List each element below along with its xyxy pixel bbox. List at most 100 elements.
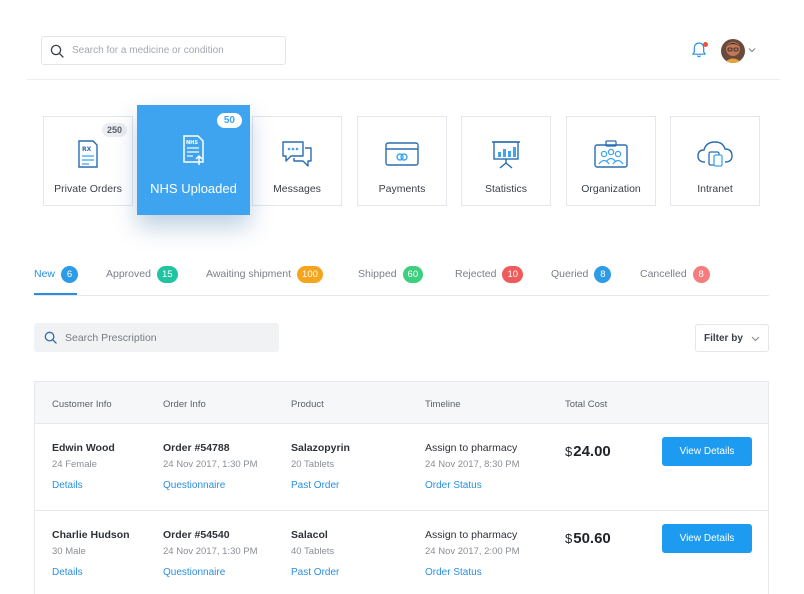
order-status-link[interactable]: Order Status xyxy=(425,567,520,578)
customer-demographics: 30 Male xyxy=(52,546,86,557)
product-name: Salacol xyxy=(291,529,328,541)
category-intranet[interactable]: Intranet xyxy=(670,116,760,206)
total-cost: $24.00 xyxy=(565,443,611,460)
past-order-link[interactable]: Past Order xyxy=(291,480,350,491)
tab-label: Approved xyxy=(106,268,151,280)
search-icon xyxy=(44,331,57,344)
chevron-down-icon xyxy=(751,336,760,342)
prescription-search-placeholder: Search Prescription xyxy=(65,331,157,344)
column-header: Customer Info xyxy=(52,399,112,410)
product-name: Salazopyrin xyxy=(291,442,350,454)
prescription-search-input[interactable]: Search Prescription xyxy=(34,323,279,352)
presentation-chart-icon xyxy=(490,139,522,169)
customer-demographics: 24 Female xyxy=(52,459,97,470)
global-search-input[interactable]: Search for a medicine or condition xyxy=(41,36,286,65)
filter-dropdown[interactable]: Filter by xyxy=(695,324,769,352)
total-amount: 24.00 xyxy=(573,443,611,460)
tab-approved[interactable]: Approved 15 xyxy=(106,264,178,284)
view-details-button[interactable]: View Details xyxy=(662,437,752,466)
past-order-link[interactable]: Past Order xyxy=(291,567,339,578)
questionnaire-link[interactable]: Questionnaire xyxy=(163,567,258,578)
tab-rejected[interactable]: Rejected 10 xyxy=(455,264,524,284)
tab-label: Cancelled xyxy=(640,268,687,280)
questionnaire-link[interactable]: Questionnaire xyxy=(163,480,258,491)
notification-dot xyxy=(703,42,708,47)
category-payments[interactable]: Payments xyxy=(357,116,447,206)
tab-queried[interactable]: Queried 8 xyxy=(551,264,612,284)
category-label: Payments xyxy=(378,183,426,195)
count-badge: 50 xyxy=(216,113,242,128)
tab-label: Shipped xyxy=(358,268,397,280)
filter-label: Filter by xyxy=(704,332,743,344)
tab-cancelled[interactable]: Cancelled 8 xyxy=(640,264,710,284)
orders-table: Customer Info Order Info Product Timelin… xyxy=(34,381,769,594)
product-quantity: 20 Tablets xyxy=(291,459,335,470)
currency-symbol: $ xyxy=(565,531,573,546)
tab-label: Rejected xyxy=(455,268,497,280)
svg-text:NHS: NHS xyxy=(186,140,198,146)
column-header: Total Cost xyxy=(565,399,608,410)
product-quantity: 40 Tablets xyxy=(291,546,335,557)
tab-label: Awaiting shipment xyxy=(206,268,292,280)
timeline-cell: Assign to pharmacy 24 Nov 2017, 2:00 PM … xyxy=(425,529,520,578)
category-label: Messages xyxy=(273,183,321,195)
category-label: Private Orders xyxy=(54,183,122,195)
order-info-cell: Order #54540 24 Nov 2017, 1:30 PM Questi… xyxy=(163,529,258,578)
customer-name: Charlie Hudson xyxy=(52,529,130,541)
category-messages[interactable]: Messages xyxy=(252,116,342,206)
active-tab-indicator xyxy=(34,293,77,295)
category-label: Organization xyxy=(581,183,641,195)
tab-label: Queried xyxy=(551,268,589,280)
view-details-button[interactable]: View Details xyxy=(662,524,752,553)
prescription-rx-icon: RX xyxy=(76,139,100,169)
category-statistics[interactable]: Statistics xyxy=(461,116,551,206)
product-cell: Salacol 40 Tablets Past Order xyxy=(291,529,339,578)
tab-count-badge: 10 xyxy=(502,265,524,283)
team-id-card-icon xyxy=(593,139,629,169)
tab-count-badge: 15 xyxy=(156,265,178,283)
nhs-upload-document-icon: NHS xyxy=(181,135,207,165)
tab-awaiting-shipment[interactable]: Awaiting shipment 100 xyxy=(206,264,323,284)
tab-count-badge: 60 xyxy=(402,265,424,283)
table-header: Customer Info Order Info Product Timelin… xyxy=(35,382,768,424)
category-label: NHS Uploaded xyxy=(150,181,237,196)
chevron-down-icon[interactable] xyxy=(748,47,756,53)
tab-count-badge: 8 xyxy=(594,265,612,283)
order-number: Order #54540 xyxy=(163,529,230,541)
cloud-devices-icon xyxy=(696,139,734,169)
category-label: Intranet xyxy=(697,183,733,195)
tab-shipped[interactable]: Shipped 60 xyxy=(358,264,424,284)
timeline-step: Assign to pharmacy xyxy=(425,442,518,454)
table-row: Edwin Wood 24 Female Details Order #5478… xyxy=(35,424,768,511)
total-amount: 50.60 xyxy=(573,530,611,547)
svg-text:RX: RX xyxy=(82,146,92,153)
tab-new[interactable]: New 6 xyxy=(34,264,79,284)
search-icon xyxy=(50,44,64,58)
details-link[interactable]: Details xyxy=(52,480,115,491)
chat-bubbles-icon xyxy=(281,139,313,169)
tab-label: New xyxy=(34,268,56,280)
timeline-date: 24 Nov 2017, 8:30 PM xyxy=(425,459,520,470)
order-number: Order #54788 xyxy=(163,442,230,454)
credit-card-icon xyxy=(384,139,420,169)
category-organization[interactable]: Organization xyxy=(566,116,656,206)
order-date: 24 Nov 2017, 1:30 PM xyxy=(163,546,258,557)
customer-name: Edwin Wood xyxy=(52,442,115,454)
header-divider xyxy=(27,79,780,80)
order-status-link[interactable]: Order Status xyxy=(425,480,520,491)
total-cost: $50.60 xyxy=(565,530,611,547)
global-search-placeholder: Search for a medicine or condition xyxy=(72,45,224,56)
timeline-cell: Assign to pharmacy 24 Nov 2017, 8:30 PM … xyxy=(425,442,520,491)
table-row: Charlie Hudson 30 Male Details Order #54… xyxy=(35,511,768,594)
tab-count-badge: 100 xyxy=(297,265,323,283)
details-link[interactable]: Details xyxy=(52,567,130,578)
timeline-date: 24 Nov 2017, 2:00 PM xyxy=(425,546,520,557)
customer-info-cell: Charlie Hudson 30 Male Details xyxy=(52,529,130,578)
user-avatar[interactable] xyxy=(721,39,745,63)
category-private-orders[interactable]: 250 RX Private Orders xyxy=(43,116,133,206)
column-header: Timeline xyxy=(425,399,461,410)
category-nhs-uploaded[interactable]: 50 NHS NHS Uploaded xyxy=(137,105,250,215)
order-date: 24 Nov 2017, 1:30 PM xyxy=(163,459,258,470)
currency-symbol: $ xyxy=(565,444,573,459)
product-cell: Salazopyrin 20 Tablets Past Order xyxy=(291,442,350,491)
